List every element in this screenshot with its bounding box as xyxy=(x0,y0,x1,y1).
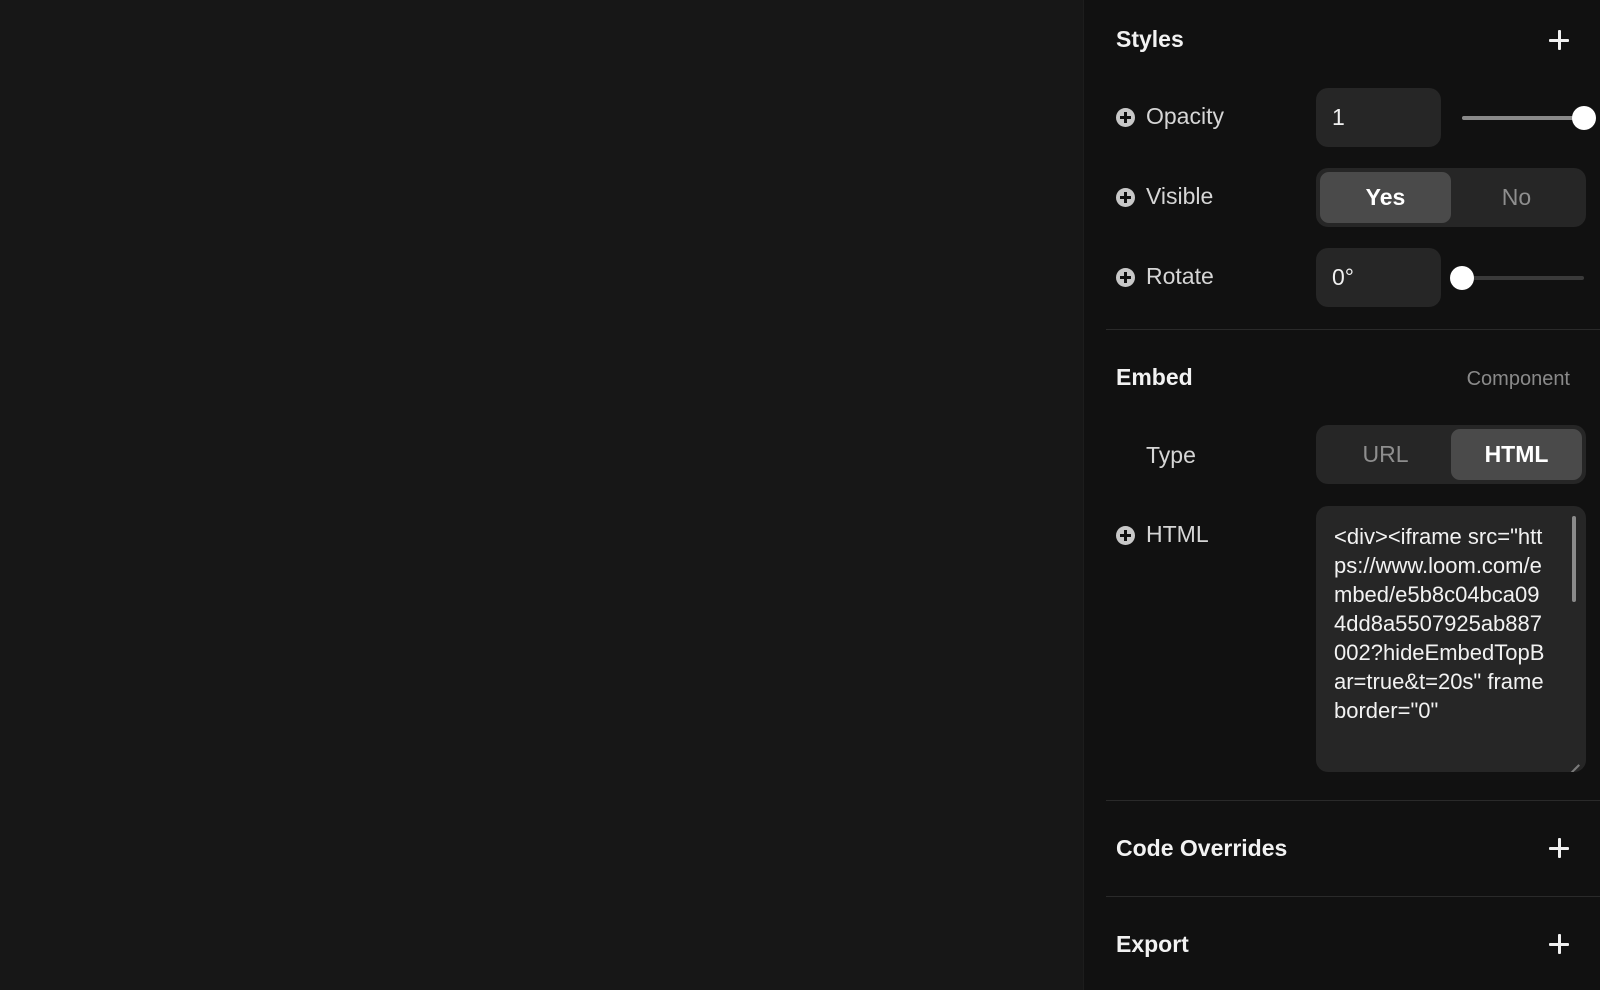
resize-handle-icon[interactable] xyxy=(1566,752,1580,766)
opacity-slider-fill xyxy=(1462,116,1584,120)
visible-toggle: Yes No xyxy=(1316,168,1586,227)
visible-label: Visible xyxy=(1146,183,1214,209)
type-toggle: URL HTML xyxy=(1316,425,1586,484)
html-code-text: <div><iframe src="https://www.loom.com/e… xyxy=(1334,524,1545,723)
divider xyxy=(1106,800,1600,801)
opacity-add-circle-icon[interactable] xyxy=(1116,108,1135,127)
visible-add-circle-icon[interactable] xyxy=(1116,188,1135,207)
rotate-slider-track xyxy=(1462,276,1584,280)
export-section-title: Export xyxy=(1116,931,1189,957)
rotate-slider-thumb[interactable] xyxy=(1450,266,1474,290)
type-label: Type xyxy=(1146,442,1196,468)
rotate-add-circle-icon[interactable] xyxy=(1116,268,1135,287)
rotate-input[interactable] xyxy=(1316,248,1441,307)
opacity-label: Opacity xyxy=(1146,103,1224,129)
html-add-circle-icon[interactable] xyxy=(1116,526,1135,545)
html-label: HTML xyxy=(1146,521,1209,547)
properties-panel: Styles Opacity Visible Yes No Rotate Emb… xyxy=(1083,0,1600,990)
visible-no-button[interactable]: No xyxy=(1451,172,1582,223)
styles-section-title: Styles xyxy=(1116,26,1184,52)
html-code-textarea[interactable]: <div><iframe src="https://www.loom.com/e… xyxy=(1316,506,1586,772)
divider xyxy=(1106,896,1600,897)
export-add-plus-icon[interactable] xyxy=(1546,931,1572,957)
component-label: Component xyxy=(1466,368,1570,390)
code-scrollbar[interactable] xyxy=(1572,516,1576,602)
canvas-area[interactable] xyxy=(0,0,1083,990)
opacity-slider-thumb[interactable] xyxy=(1572,106,1596,130)
code-overrides-section-title: Code Overrides xyxy=(1116,835,1288,861)
styles-add-plus-icon[interactable] xyxy=(1546,27,1572,53)
rotate-slider[interactable] xyxy=(1450,266,1584,290)
type-url-button[interactable]: URL xyxy=(1320,429,1451,480)
rotate-label: Rotate xyxy=(1146,263,1214,289)
opacity-input[interactable] xyxy=(1316,88,1441,147)
divider xyxy=(1106,329,1600,330)
embed-section-title: Embed xyxy=(1116,364,1193,390)
opacity-slider[interactable] xyxy=(1462,106,1596,130)
visible-yes-button[interactable]: Yes xyxy=(1320,172,1451,223)
type-html-button[interactable]: HTML xyxy=(1451,429,1582,480)
code-overrides-add-plus-icon[interactable] xyxy=(1546,835,1572,861)
